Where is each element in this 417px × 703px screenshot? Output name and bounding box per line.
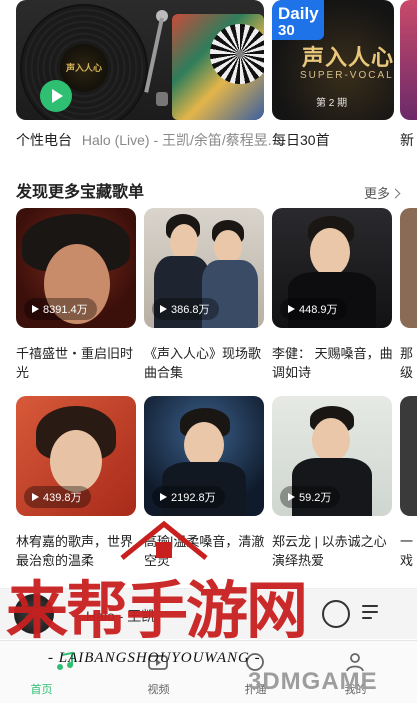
playlist-card[interactable] <box>400 396 417 516</box>
daily-cover-issue: 第 2 期 <box>316 98 348 109</box>
more-link[interactable]: 更多 <box>364 183 401 202</box>
radio-caption[interactable]: 个性电台 Halo (Live) - 王凯/余笛/蔡程昱... <box>16 130 279 150</box>
play-count-badge: 439.8万 <box>24 486 91 508</box>
radio-card[interactable]: 声入人心 <box>16 0 264 120</box>
watermark-3dm: 3DMGAME <box>248 668 378 695</box>
more-label: 更多 <box>364 186 391 201</box>
playlist-title[interactable]: 《声入人心》现场歌曲合集 <box>144 344 268 382</box>
vinyl-label-text: 声入人心 <box>65 62 102 73</box>
play-count-badge: 386.8万 <box>152 298 219 320</box>
daily-30-card[interactable]: Daily 30 声入人心 SUPER-VOCAL 第 2 期 <box>272 0 394 120</box>
tonearm <box>144 10 168 106</box>
tab-label: 首页 <box>30 684 53 696</box>
daily-cover-title: 声入人心 <box>302 45 394 70</box>
radio-caption-detail: Halo (Live) - 王凯/余笛/蔡程昱... <box>81 132 280 148</box>
section-title: 发现更多宝藏歌单 <box>16 184 145 201</box>
playlist-card[interactable] <box>400 208 417 328</box>
playlist-card[interactable]: 2192.8万 <box>144 396 264 516</box>
playlist-card[interactable]: 386.8万 <box>144 208 264 328</box>
play-icon <box>32 305 39 313</box>
play-icon <box>288 305 295 313</box>
playlist-queue-icon[interactable] <box>362 602 384 622</box>
play-count-badge: 2192.8万 <box>152 486 225 508</box>
play-icon <box>160 305 167 313</box>
play-icon <box>32 493 39 501</box>
play-icon <box>160 493 167 501</box>
playlist-card[interactable]: 59.2万 <box>272 396 392 516</box>
playlist-card[interactable]: 8391.4万 <box>16 208 136 328</box>
playlist-title[interactable]: 千禧盛世・重启旧时光 <box>16 344 140 382</box>
daily-cover-subtitle: SUPER-VOCAL <box>300 70 394 81</box>
play-icon <box>288 493 295 501</box>
chevron-right-icon <box>390 188 401 199</box>
partial-card[interactable] <box>400 0 417 120</box>
partial-caption[interactable]: 新 <box>400 130 414 150</box>
play-count-badge: 8391.4万 <box>24 298 97 320</box>
daily-caption[interactable]: 每日30首 <box>272 130 330 150</box>
daily-badge: Daily 30 <box>272 0 324 40</box>
tab-label: 视频 <box>147 684 170 696</box>
watermark-title: 来帮手游网 <box>6 574 308 647</box>
watermark-house-icon <box>120 520 208 560</box>
playlist-title[interactable]: 一戏 <box>400 532 417 570</box>
playlist-title[interactable]: 那级 <box>400 344 417 382</box>
play-count-badge: 59.2万 <box>280 486 341 508</box>
play-icon[interactable] <box>40 80 72 112</box>
playlist-card[interactable]: 448.9万 <box>272 208 392 328</box>
watermark-subtitle: - LAIBANGSHOUYOUWANG - <box>48 650 261 666</box>
playlist-card[interactable]: 439.8万 <box>16 396 136 516</box>
radio-caption-title: 个性电台 <box>16 132 72 148</box>
play-pause-icon[interactable] <box>322 600 350 628</box>
radio-art <box>172 14 264 120</box>
playlist-title[interactable]: 李健： 天赐嗓音，曲调如诗 <box>272 344 396 382</box>
play-count-badge: 448.9万 <box>280 298 347 320</box>
